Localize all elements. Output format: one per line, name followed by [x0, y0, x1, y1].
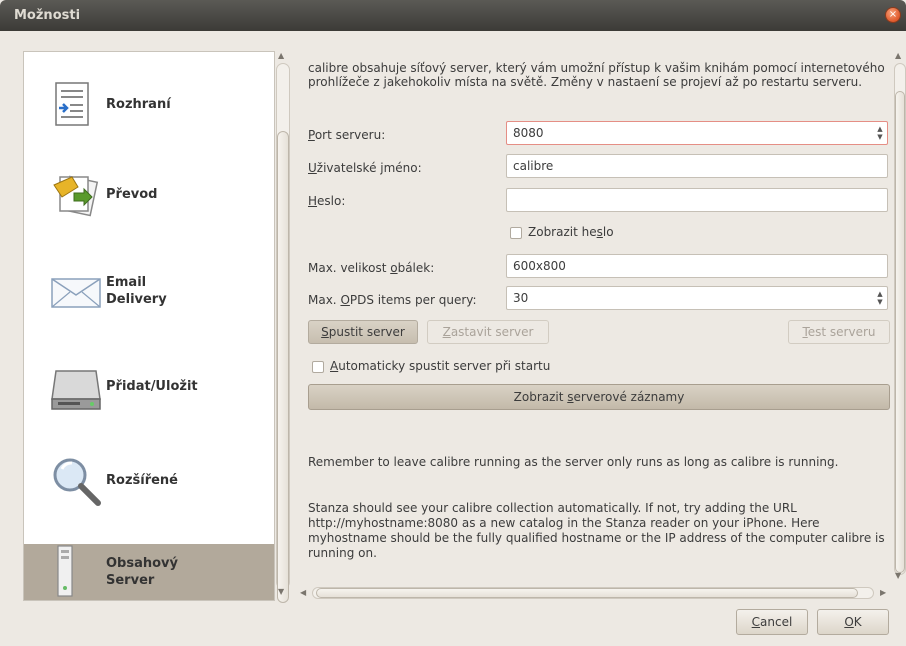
content-scroll-thumb[interactable] [895, 91, 905, 573]
sidebar-item-prevod[interactable]: Převod [24, 146, 274, 244]
autostart-label[interactable]: Automaticky spustit server při startu [330, 359, 550, 373]
port-spinner[interactable]: ▲ ▼ [875, 125, 885, 141]
cancel-button[interactable]: Cancel [736, 609, 808, 635]
cover-size-input[interactable]: 600x800 [506, 254, 888, 278]
hard-drive-icon [51, 370, 101, 410]
show-password-label[interactable]: Zobrazit heslo [528, 225, 614, 239]
username-label: Uživatelské jméno: [308, 161, 422, 175]
hscroll-thumb[interactable] [316, 588, 858, 598]
sidebar-scroll-thumb[interactable] [277, 131, 289, 603]
port-label: Port serveru: [308, 128, 386, 142]
password-label: Heslo: [308, 194, 346, 208]
stanza-note: Stanza should see your calibre collectio… [308, 501, 885, 560]
username-input[interactable]: calibre [506, 154, 888, 178]
conversion-icon [53, 175, 99, 217]
sidebar-item-obsahovy-server[interactable]: Obsahový Server [24, 544, 274, 600]
close-icon[interactable]: × [886, 8, 900, 22]
sidebar-item-rozhrani[interactable]: Rozhraní [24, 56, 274, 154]
content-horizontal-scrollbar[interactable]: ◀ ▶ [300, 586, 890, 600]
category-sidebar: Rozhraní Převod Email Delivery Přidat/Ul… [23, 51, 275, 601]
sidebar-item-label: Obsahový Server [106, 556, 179, 588]
scroll-up-icon[interactable]: ▲ [278, 51, 284, 60]
opds-label: Max. OPDS items per query: [308, 293, 477, 307]
sidebar-item-label: Rozhraní [106, 97, 171, 112]
running-note: Remember to leave calibre running as the… [308, 455, 839, 469]
stop-server-button[interactable]: Zastavit server [427, 320, 549, 344]
server-settings-panel: calibre obsahuje síťový server, který vá… [300, 51, 890, 583]
title-bar: Možnosti × [0, 0, 906, 31]
sidebar-item-label: Email Delivery [106, 275, 167, 307]
test-server-button[interactable]: Test serveru [788, 320, 890, 344]
content-vertical-scrollbar[interactable]: ▲ ▼ [893, 51, 906, 583]
sidebar-item-rozsirene[interactable]: Rozšířené [24, 432, 274, 530]
opds-input[interactable]: 30 ▲ ▼ [506, 286, 888, 310]
sidebar-item-label: Přidat/Uložit [106, 379, 198, 394]
port-input[interactable]: 8080 ▲ ▼ [506, 121, 888, 145]
magnifier-icon [53, 458, 101, 506]
sidebar-item-email[interactable]: Email Delivery [24, 242, 274, 340]
window-title: Možnosti [14, 8, 81, 23]
show-password-checkbox[interactable] [510, 227, 522, 239]
scroll-down-icon[interactable]: ▼ [278, 587, 284, 596]
sidebar-item-pridat-ulozit[interactable]: Přidat/Uložit [24, 338, 274, 436]
interface-icon [55, 82, 89, 126]
envelope-icon [51, 278, 101, 308]
show-server-logs-button[interactable]: Zobrazit serverové záznamy [308, 384, 890, 410]
start-server-button[interactable]: Spustit server [308, 320, 418, 344]
cover-size-label: Max. velikost obálek: [308, 261, 435, 275]
sidebar-item-label: Rozšířené [106, 473, 179, 488]
scroll-left-icon[interactable]: ◀ [300, 588, 306, 597]
ok-button[interactable]: OK [817, 609, 889, 635]
sidebar-item-label: Převod [106, 187, 158, 202]
sidebar-scrollbar[interactable]: ▲ ▼ [274, 51, 290, 603]
opds-spinner[interactable]: ▲ ▼ [875, 290, 885, 306]
scroll-up-icon[interactable]: ▲ [895, 51, 901, 60]
server-icon [57, 545, 73, 597]
scroll-down-icon[interactable]: ▼ [895, 571, 901, 580]
server-description: calibre obsahuje síťový server, který vá… [308, 61, 885, 89]
scroll-right-icon[interactable]: ▶ [880, 588, 886, 597]
autostart-checkbox[interactable] [312, 361, 324, 373]
password-input[interactable] [506, 188, 888, 212]
